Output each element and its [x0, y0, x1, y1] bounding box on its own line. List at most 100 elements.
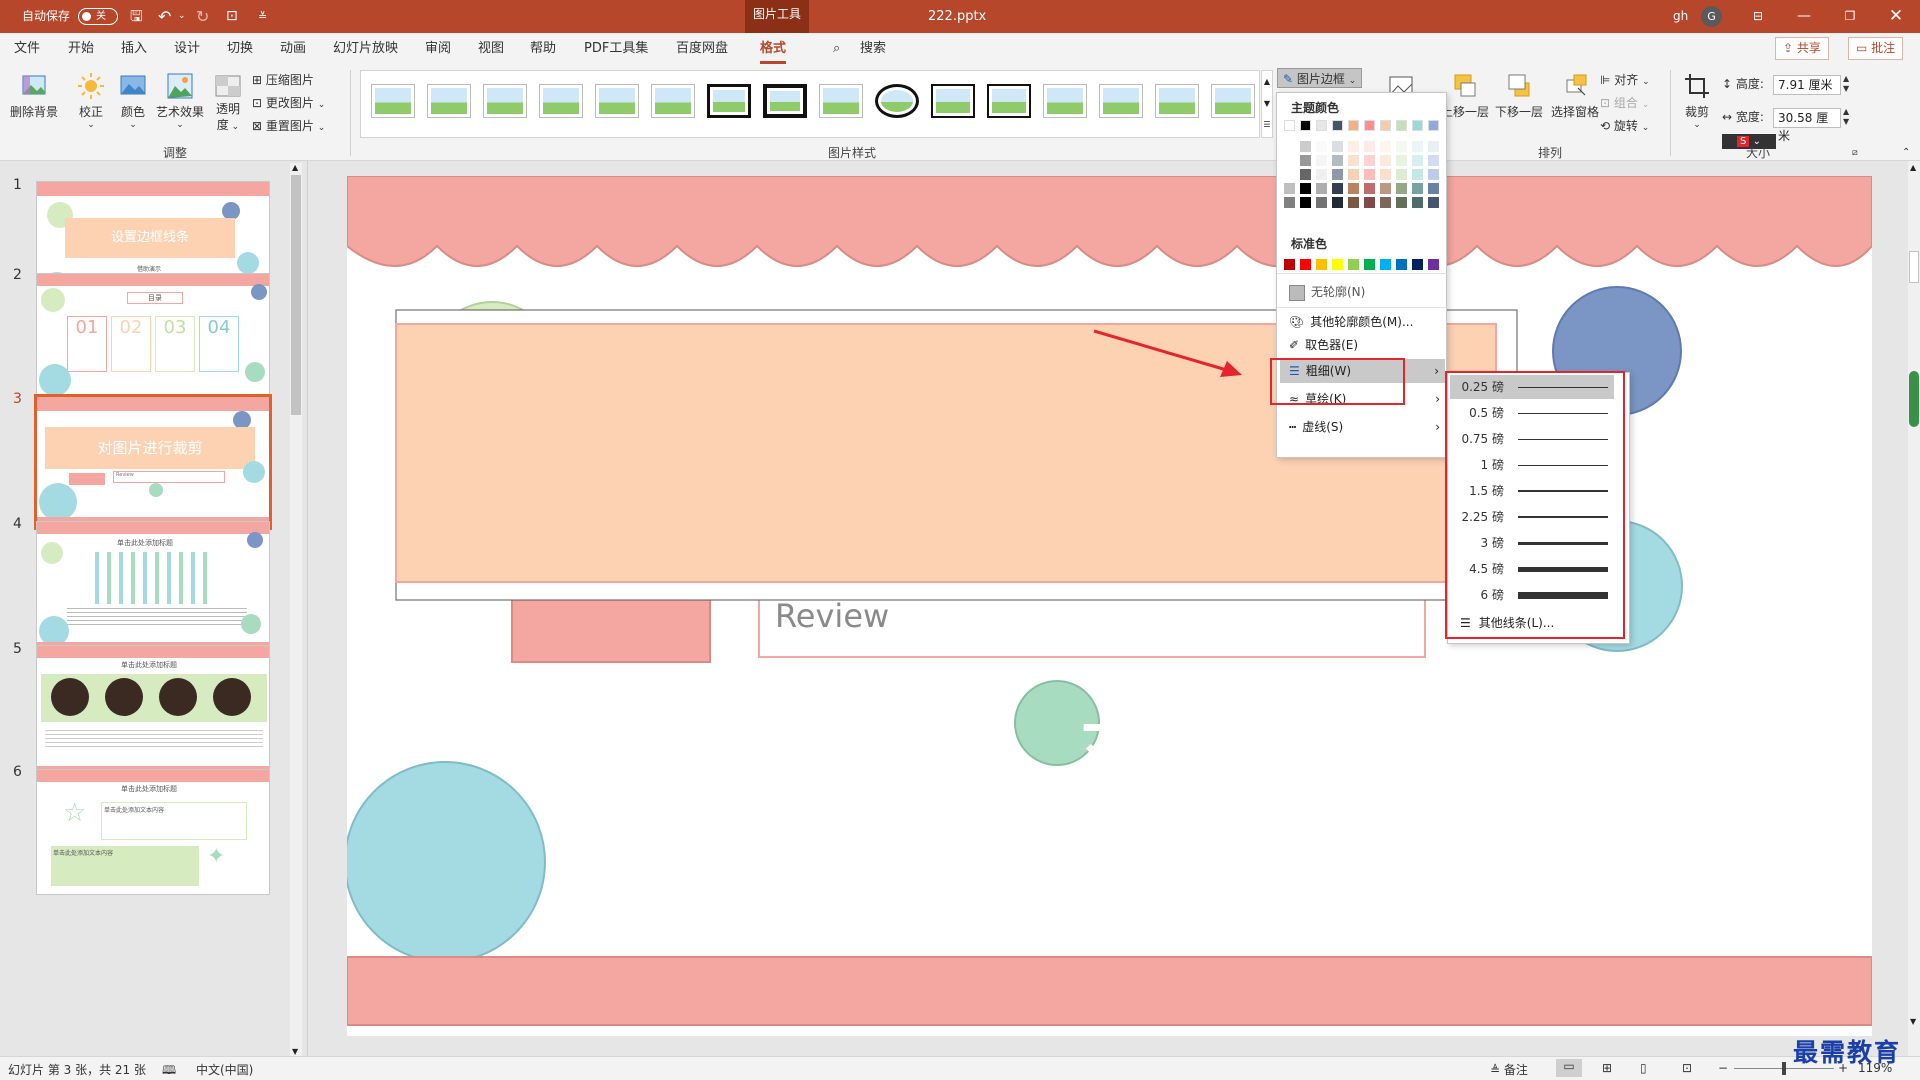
picture-style-soft-edge[interactable]: [427, 84, 471, 118]
theme-color-shade-swatch[interactable]: [1412, 183, 1423, 194]
picture-style-beveled[interactable]: [819, 84, 863, 118]
theme-color-shade-swatch[interactable]: [1428, 197, 1439, 208]
height-spinner[interactable]: ▲ ▼: [1843, 74, 1849, 94]
picture-style-shadow[interactable]: [483, 84, 527, 118]
theme-color-shade-swatch[interactable]: [1300, 141, 1311, 152]
theme-color-shade-swatch[interactable]: [1332, 141, 1343, 152]
size-dialog-launcher[interactable]: ⧄: [1852, 143, 1858, 163]
theme-color-swatch[interactable]: [1380, 120, 1391, 131]
tab-pdf-tools[interactable]: PDF工具集: [584, 33, 648, 64]
standard-color-swatch[interactable]: [1284, 259, 1295, 270]
standard-color-swatch[interactable]: [1300, 259, 1311, 270]
chevron-down-icon[interactable]: ▼: [1262, 93, 1272, 115]
standard-color-swatch[interactable]: [1348, 259, 1359, 270]
slideshow-icon[interactable]: ⊡: [1682, 1061, 1692, 1075]
theme-color-shade-swatch[interactable]: [1412, 155, 1423, 166]
theme-color-shade-swatch[interactable]: [1364, 155, 1375, 166]
standard-color-swatch[interactable]: [1332, 259, 1343, 270]
theme-color-shade-swatch[interactable]: [1396, 183, 1407, 194]
theme-color-shade-swatch[interactable]: [1332, 169, 1343, 180]
compress-pictures-button[interactable]: ⊞ 压缩图片: [252, 70, 314, 90]
editor-scroll-thumb[interactable]: [1909, 251, 1919, 283]
theme-color-shade-swatch[interactable]: [1332, 155, 1343, 166]
theme-color-shade-swatch[interactable]: [1396, 155, 1407, 166]
theme-color-shade-swatch[interactable]: [1396, 169, 1407, 180]
theme-color-shade-swatch[interactable]: [1316, 141, 1327, 152]
theme-color-shade-swatch[interactable]: [1364, 169, 1375, 180]
present-icon[interactable]: ⊡: [226, 0, 238, 33]
color-button[interactable]: 颜色 ⌄: [116, 72, 150, 130]
gallery-scroll[interactable]: ▲ ▼ ☰: [1261, 70, 1273, 138]
picture-style-rotated[interactable]: [539, 84, 583, 118]
language-indicator[interactable]: 中文(中国): [196, 1061, 253, 1078]
normal-view-icon[interactable]: ▭: [1556, 1059, 1582, 1077]
theme-color-swatch[interactable]: [1300, 120, 1311, 131]
search-box[interactable]: 搜索: [860, 33, 886, 64]
picture-style-simple-frame[interactable]: [371, 84, 415, 118]
picture-styles-gallery[interactable]: [360, 70, 1260, 138]
theme-color-shade-swatch[interactable]: [1284, 169, 1295, 180]
theme-color-shade-swatch[interactable]: [1332, 183, 1343, 194]
share-button[interactable]: ⇪ 共享: [1775, 37, 1829, 60]
tab-home[interactable]: 开始: [68, 33, 94, 64]
theme-color-shade-swatch[interactable]: [1412, 169, 1423, 180]
theme-color-shade-swatch[interactable]: [1284, 197, 1295, 208]
theme-color-shade-swatch[interactable]: [1300, 197, 1311, 208]
ribbon-display-icon[interactable]: ⊟: [1735, 0, 1781, 33]
chevron-down-icon[interactable]: ▼: [292, 1047, 298, 1056]
slide-thumbnail-4[interactable]: 单击此处添加标题: [36, 521, 270, 652]
tab-format[interactable]: 格式: [760, 33, 787, 64]
slide-thumbnail-2[interactable]: 目录 01 02 03 04: [36, 273, 270, 404]
editor-scrollbar[interactable]: ▲ ▼: [1908, 161, 1920, 1056]
tab-baidu-netdisk[interactable]: 百度网盘: [676, 33, 728, 64]
theme-color-shade-swatch[interactable]: [1348, 183, 1359, 194]
crop-button[interactable]: 裁剪 ⌄: [1680, 72, 1714, 130]
minimize-icon[interactable]: —: [1781, 0, 1827, 33]
theme-color-shade-swatch[interactable]: [1412, 197, 1423, 208]
tab-view[interactable]: 视图: [478, 33, 504, 64]
theme-color-shade-swatch[interactable]: [1364, 183, 1375, 194]
change-picture-button[interactable]: ⊡ 更改图片 ⌄: [252, 93, 325, 113]
theme-color-shade-swatch[interactable]: [1396, 197, 1407, 208]
theme-color-shade-swatch[interactable]: [1300, 155, 1311, 166]
chevron-up-icon[interactable]: ▲: [292, 163, 298, 172]
standard-color-swatch[interactable]: [1316, 259, 1327, 270]
tab-animations[interactable]: 动画: [280, 33, 306, 64]
theme-color-swatch[interactable]: [1332, 120, 1343, 131]
picture-style-oval[interactable]: [875, 84, 919, 118]
theme-color-shade-swatch[interactable]: [1316, 169, 1327, 180]
tab-review[interactable]: 审阅: [425, 33, 451, 64]
height-field[interactable]: 7.91 厘米: [1773, 75, 1841, 95]
undo-icon[interactable]: ↶: [158, 0, 171, 33]
close-icon[interactable]: ✕: [1873, 0, 1919, 33]
no-outline-item[interactable]: 无轮廓(N): [1289, 280, 1439, 304]
chevron-up-icon[interactable]: ▲: [1910, 163, 1916, 172]
zoom-out-icon[interactable]: −: [1718, 1061, 1728, 1075]
tab-file[interactable]: 文件: [14, 33, 40, 64]
picture-style-thick-black[interactable]: [707, 84, 751, 118]
collapse-ribbon-icon[interactable]: ⌃: [1902, 143, 1910, 163]
picture-style-metal[interactable]: [931, 84, 975, 118]
transparency-button[interactable]: 透明 度 ⌄: [211, 72, 245, 133]
reset-picture-button[interactable]: ⊠ 重置图片 ⌄: [252, 116, 325, 136]
theme-color-shade-swatch[interactable]: [1300, 169, 1311, 180]
comments-button[interactable]: ▭ 批注: [1848, 37, 1904, 60]
align-button[interactable]: ⊫ 对齐 ⌄: [1600, 70, 1650, 90]
eyedropper-item[interactable]: ✐ 取色器(E): [1289, 333, 1439, 357]
corrections-button[interactable]: 校正 ⌄: [74, 72, 108, 130]
undo-dropdown-icon[interactable]: ⌄: [178, 0, 186, 33]
bring-forward-button[interactable]: 上移一层: [1440, 72, 1490, 120]
theme-color-shade-swatch[interactable]: [1348, 169, 1359, 180]
slide-thumbnail-6[interactable]: 单击此处添加标题 ☆ 单击此处添加文本内容 单击此处添加文本内容 ✦: [36, 769, 270, 895]
tab-insert[interactable]: 插入: [121, 33, 147, 64]
gallery-more-icon[interactable]: ☰: [1262, 115, 1272, 135]
zoom-slider-thumb[interactable]: [1782, 1062, 1786, 1075]
theme-color-shade-swatch[interactable]: [1396, 141, 1407, 152]
standard-color-swatch[interactable]: [1412, 259, 1423, 270]
chevron-up-icon[interactable]: ▲: [1262, 71, 1272, 93]
slide-thumbnail-5[interactable]: 单击此处添加标题: [36, 645, 270, 776]
standard-color-swatch[interactable]: [1396, 259, 1407, 270]
theme-color-shade-swatch[interactable]: [1316, 197, 1327, 208]
theme-color-shade-swatch[interactable]: [1428, 169, 1439, 180]
group-button[interactable]: ⊡ 组合 ⌄: [1600, 93, 1649, 113]
